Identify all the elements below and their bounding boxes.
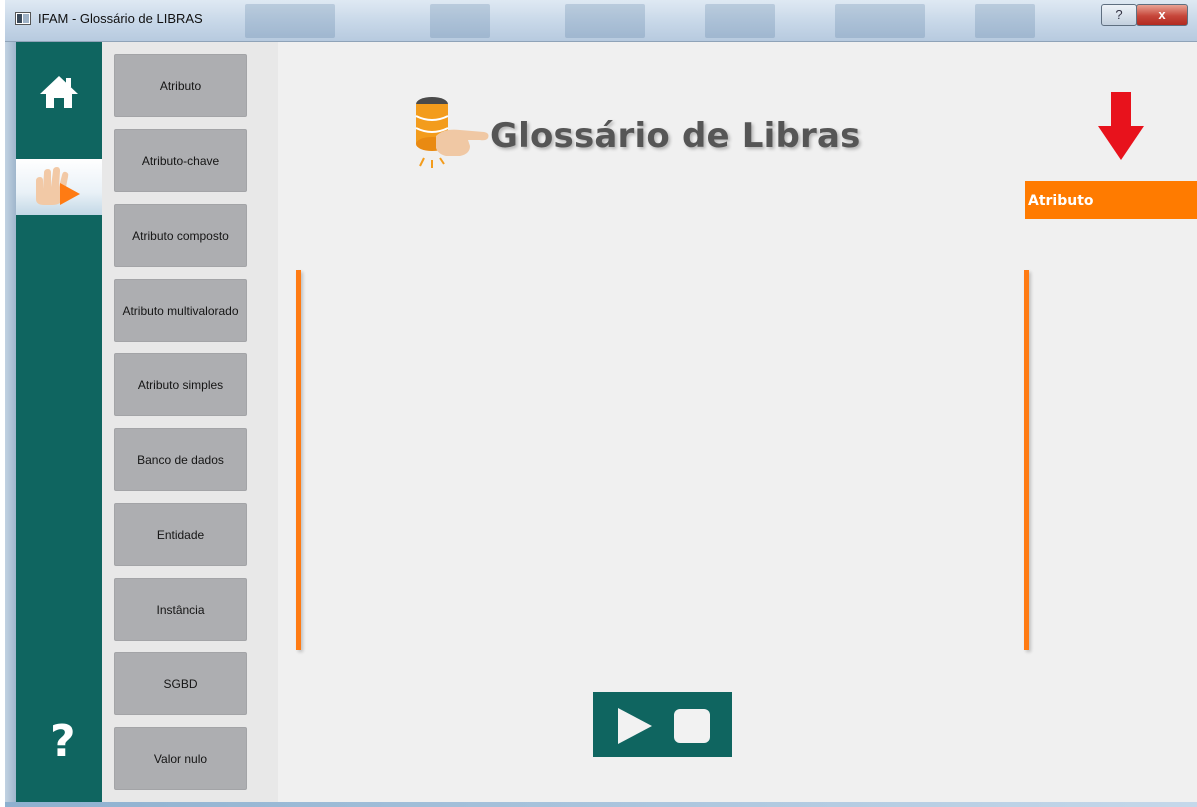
database-hand-icon: [415, 97, 489, 168]
background-blur: [835, 4, 925, 38]
term-button-entidade[interactable]: Entidade: [114, 503, 247, 566]
window-frame-bottom: [5, 802, 1197, 807]
video-frame-right-line: [1024, 270, 1029, 650]
nav-bar: ?: [5, 42, 102, 807]
app-window: IFAM - Glossário de LIBRAS ? x ? Atribut…: [5, 0, 1197, 807]
help-nav-button[interactable]: ?: [16, 703, 102, 773]
background-blur: [975, 4, 1035, 38]
term-button-sgbd[interactable]: SGBD: [114, 652, 247, 715]
term-button-valor-nulo[interactable]: Valor nulo: [114, 727, 247, 790]
signs-button[interactable]: [16, 159, 102, 215]
red-down-arrow-icon: [1098, 92, 1144, 160]
term-button-banco-de-dados[interactable]: Banco de dados: [114, 428, 247, 491]
background-blur: [705, 4, 775, 38]
question-icon: ?: [50, 716, 76, 767]
app-logo-title: Glossário de Libras: [490, 116, 861, 156]
term-button-atributo-chave[interactable]: Atributo-chave: [114, 129, 247, 192]
term-button-atributo-simples[interactable]: Atributo simples: [114, 353, 247, 416]
current-term-label: Atributo: [1025, 181, 1197, 219]
term-button-atributo[interactable]: Atributo: [114, 54, 247, 117]
term-button-atributo-multivalorado[interactable]: Atributo multivalorado: [114, 279, 247, 342]
svg-text:?: ?: [50, 716, 76, 767]
stop-button[interactable]: [674, 709, 710, 743]
help-button[interactable]: ?: [1101, 4, 1137, 26]
hand-play-icon: [36, 167, 80, 205]
play-icon[interactable]: [615, 706, 655, 746]
term-button-atributo-composto[interactable]: Atributo composto: [114, 204, 247, 267]
window-frame-left: [5, 42, 16, 807]
title-bar: IFAM - Glossário de LIBRAS ? x: [5, 0, 1197, 42]
video-frame-left-line: [296, 270, 301, 650]
window-title: IFAM - Glossário de LIBRAS: [38, 11, 203, 26]
background-blur: [245, 4, 335, 38]
player-controls: [593, 692, 732, 757]
home-icon: [40, 76, 78, 108]
background-blur: [565, 4, 645, 38]
app-icon: [15, 12, 31, 25]
close-button[interactable]: x: [1136, 4, 1188, 26]
term-list: Atributo Atributo-chave Atributo compost…: [102, 42, 278, 802]
term-button-instancia[interactable]: Instância: [114, 578, 247, 641]
background-blur: [430, 4, 490, 38]
home-button[interactable]: [16, 58, 102, 128]
